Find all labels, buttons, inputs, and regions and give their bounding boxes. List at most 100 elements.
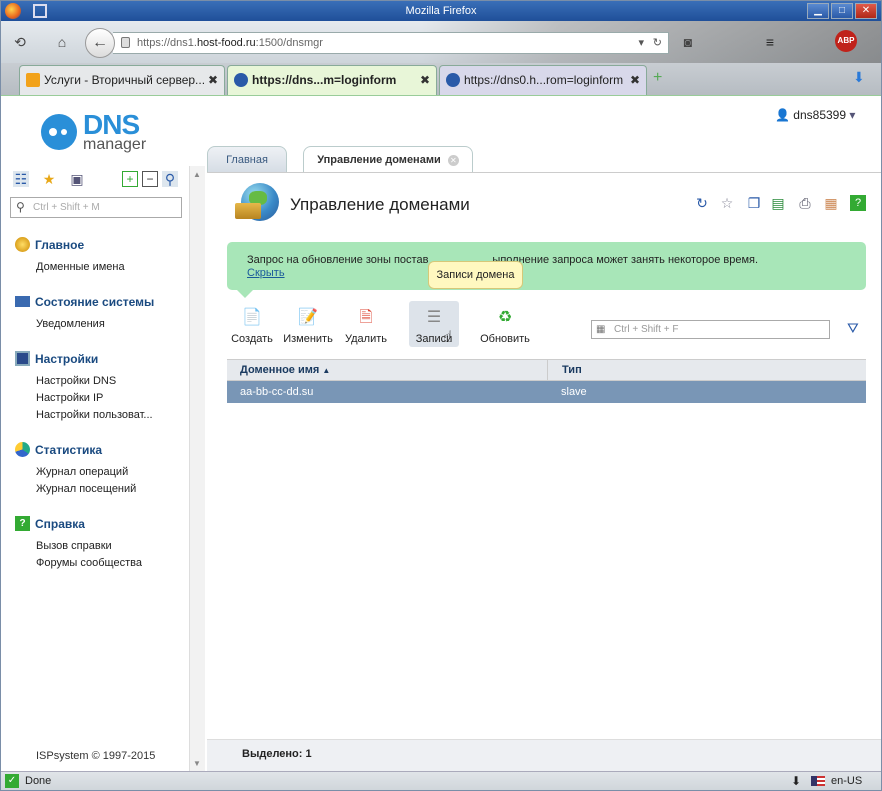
close-window-button[interactable]: ✕ bbox=[855, 3, 877, 19]
sidebar-item-call-help[interactable]: Вызов справки bbox=[36, 539, 112, 553]
copy-icon[interactable]: ❐ bbox=[746, 195, 762, 211]
search-icon: ⚲ bbox=[16, 200, 25, 214]
records-button[interactable]: ☰ Записи ☝ bbox=[409, 301, 459, 347]
briefcase-icon[interactable]: ▣ bbox=[69, 171, 85, 187]
back-button[interactable]: ← bbox=[85, 28, 115, 58]
edit-button[interactable]: 📝 Изменить bbox=[283, 301, 333, 347]
sidebar-item-ip-settings[interactable]: Настройки IP bbox=[36, 391, 103, 405]
cell-domain: aa-bb-cc-dd.su bbox=[240, 386, 314, 398]
hand-cursor-icon: ☝ bbox=[443, 329, 453, 346]
sidebar-group-help[interactable]: ? Справка bbox=[15, 516, 85, 532]
user-menu[interactable]: 👤 dns85399 ▾ bbox=[775, 108, 855, 122]
sidebar-group-system-status[interactable]: Состояние системы bbox=[15, 294, 154, 310]
window-menu-icon[interactable] bbox=[33, 4, 47, 18]
adblock-icon[interactable]: ABP bbox=[835, 30, 857, 52]
sidebar-group-statistics[interactable]: Статистика bbox=[15, 442, 102, 458]
home-icon[interactable]: ⌂ bbox=[51, 31, 73, 53]
table-settings-icon[interactable]: ▦ bbox=[823, 195, 839, 211]
hide-notice-link[interactable]: Скрыть bbox=[247, 267, 285, 279]
pin-icon[interactable]: ⚲ bbox=[162, 171, 178, 187]
url-host: host-food.ru bbox=[196, 37, 256, 49]
sidebar-search-input[interactable]: ⚲ Ctrl + Shift + M bbox=[10, 197, 182, 218]
pocket-icon[interactable]: ◙ bbox=[677, 31, 699, 53]
column-type[interactable]: Тип bbox=[547, 360, 582, 380]
sidebar-item-dns-settings[interactable]: Настройки DNS bbox=[36, 374, 116, 388]
dropdown-arrow-icon[interactable]: ▾ bbox=[638, 33, 644, 53]
notification-banner: Запрос на обновление зоны постав ыполнени… bbox=[227, 242, 866, 298]
collapse-all-icon[interactable]: − bbox=[142, 171, 158, 187]
sort-asc-icon: ▲ bbox=[322, 366, 331, 375]
main-area: Главная Управление доменами ✕ Управление… bbox=[207, 142, 881, 772]
reload-icon[interactable]: ↻ bbox=[653, 33, 662, 53]
window-title: Mozilla Firefox bbox=[405, 5, 477, 17]
excel-export-icon[interactable]: ▤ bbox=[770, 195, 786, 211]
refresh-button[interactable]: ♻ Обновить bbox=[477, 301, 533, 347]
table-search-icon: ▦ bbox=[596, 324, 606, 335]
sidebar-scrollbar[interactable]: ▲ ▼ bbox=[189, 166, 205, 772]
sidebar-item-visits-log[interactable]: Журнал посещений bbox=[36, 482, 136, 496]
delete-button[interactable]: 🗎 Удалить bbox=[341, 301, 391, 347]
logo-subtext: manager bbox=[83, 136, 147, 153]
print-icon[interactable]: ⎙ bbox=[797, 195, 813, 211]
browser-tabstrip: Услуги - Вторичный сервер... ✖ https://d… bbox=[1, 63, 881, 95]
history-icon[interactable]: ⟲ bbox=[9, 31, 31, 53]
new-tab-icon[interactable]: + bbox=[653, 69, 662, 87]
table-row[interactable]: aa-bb-cc-dd.su slave bbox=[227, 381, 866, 403]
sidebar-group-settings[interactable]: Настройки bbox=[15, 351, 98, 367]
filter-icon[interactable]: ⛛ bbox=[847, 320, 859, 337]
maximize-button[interactable]: □ bbox=[831, 3, 853, 19]
create-label: Создать bbox=[231, 333, 273, 345]
records-tooltip: Записи домена bbox=[428, 261, 523, 289]
tab-close-icon[interactable]: ✖ bbox=[420, 66, 430, 94]
group-label: Настройки bbox=[35, 352, 99, 366]
sidebar-item-operations-log[interactable]: Журнал операций bbox=[36, 465, 128, 479]
delete-document-icon: 🗎 bbox=[359, 309, 373, 326]
monitor-icon bbox=[15, 296, 30, 307]
favorites-star-icon[interactable]: ★ bbox=[41, 171, 57, 187]
download-icon[interactable]: ⬇ bbox=[853, 69, 865, 86]
tab-close-icon[interactable]: ✖ bbox=[208, 66, 218, 94]
browser-tab-2[interactable]: https://dns...m=loginform ✖ bbox=[227, 65, 437, 95]
sidebar-item-user-settings[interactable]: Настройки пользоват... bbox=[36, 408, 153, 422]
browser-tab-1[interactable]: Услуги - Вторичный сервер... ✖ bbox=[19, 65, 225, 95]
settings-icon bbox=[15, 351, 30, 366]
minimize-button[interactable]: ▁ bbox=[807, 3, 829, 19]
page-content: DNS manager 👤 dns85399 ▾ ☷ ★ ▣ + − ⚲ ⚲ C… bbox=[1, 95, 881, 772]
add-document-icon: 📄 bbox=[242, 309, 262, 326]
menu-icon[interactable]: ≡ bbox=[759, 31, 781, 53]
sidebar-search-placeholder: Ctrl + Shift + M bbox=[33, 202, 100, 213]
tab-label: Услуги - Вторичный сервер... bbox=[44, 73, 206, 87]
scroll-down-icon[interactable]: ▼ bbox=[193, 759, 201, 768]
help-icon[interactable]: ? bbox=[850, 195, 866, 211]
sidebar-group-main[interactable]: Главное bbox=[15, 237, 84, 253]
browser-tab-3[interactable]: https://dns0.h...rom=loginform ✖ bbox=[439, 65, 647, 95]
tab-close-icon[interactable]: ✖ bbox=[630, 66, 640, 94]
status-text: Done bbox=[25, 775, 52, 787]
url-suffix: :1500/dnsmgr bbox=[255, 37, 323, 49]
tab-label: https://dns0.h...rom=loginform bbox=[464, 73, 624, 87]
browser-window: Mozilla Firefox ▁ □ ✕ ⟲ ⌂ https://dns1.h… bbox=[0, 0, 882, 791]
url-bar[interactable]: https://dns1.host-food.ru:1500/dnsmgr ▾ … bbox=[113, 32, 669, 54]
title-bar: Mozilla Firefox ▁ □ ✕ bbox=[1, 1, 881, 21]
tab-home[interactable]: Главная bbox=[207, 146, 287, 172]
tab-domain-management[interactable]: Управление доменами ✕ bbox=[303, 146, 473, 172]
download-arrow-icon[interactable]: ⬇ bbox=[791, 772, 801, 790]
locale-label[interactable]: en-US bbox=[831, 772, 862, 790]
tab-label: Управление доменами bbox=[317, 154, 441, 166]
refresh-icon[interactable]: ↻ bbox=[694, 195, 710, 211]
column-domain-name[interactable]: Доменное имя ▲ bbox=[240, 360, 330, 381]
navigation-toolbar: ⟲ ⌂ https://dns1.host-food.ru:1500/dnsmg… bbox=[1, 21, 881, 63]
tab-close-icon[interactable]: ✕ bbox=[447, 155, 459, 166]
refresh-label: Обновить bbox=[480, 333, 530, 345]
table-search-input[interactable]: ▦ Ctrl + Shift + F bbox=[591, 320, 830, 339]
expand-all-icon[interactable]: + bbox=[122, 171, 138, 187]
favorite-star-icon[interactable]: ☆ bbox=[719, 195, 735, 211]
table-header: Доменное имя ▲ Тип bbox=[227, 359, 866, 381]
sidebar-item-community-forums[interactable]: Форумы сообщества bbox=[36, 556, 142, 570]
scroll-up-icon[interactable]: ▲ bbox=[193, 170, 201, 179]
tree-view-icon[interactable]: ☷ bbox=[13, 171, 29, 187]
create-button[interactable]: 📄 Создать bbox=[227, 301, 277, 347]
sidebar-item-notifications[interactable]: Уведомления bbox=[36, 317, 105, 331]
tab-label: https://dns...m=loginform bbox=[252, 73, 397, 87]
sidebar-item-domains[interactable]: Доменные имена bbox=[36, 260, 125, 274]
